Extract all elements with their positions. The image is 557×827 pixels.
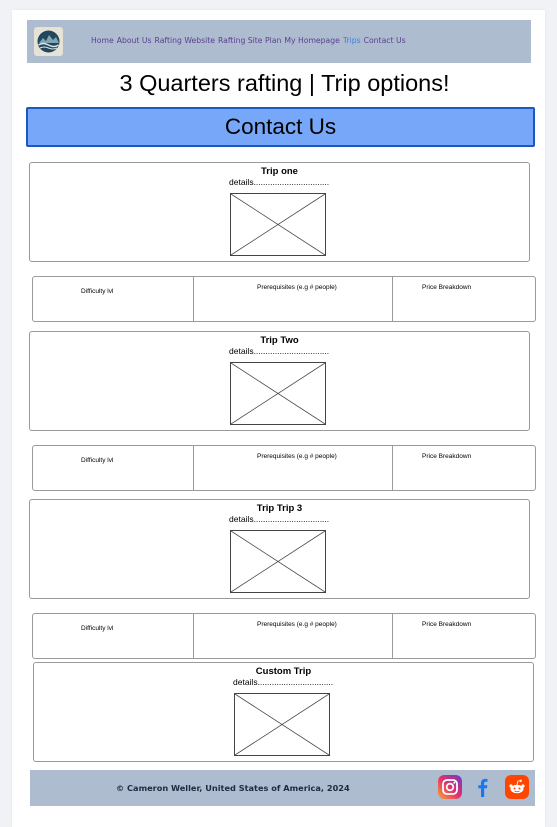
nav-link-my-homepage[interactable]: My Homepage bbox=[284, 36, 340, 45]
footer-copyright: © Cameron Weller, United States of Ameri… bbox=[116, 783, 350, 793]
nav-link-home[interactable]: Home bbox=[91, 36, 114, 45]
nav-link-rafting-website[interactable]: Rafting Website bbox=[155, 36, 215, 45]
page-title: 3 Quarters rafting | Trip options! bbox=[119, 70, 450, 96]
nav-links: Home About Us Rafting Website Rafting Si… bbox=[91, 36, 406, 45]
instagram-icon[interactable] bbox=[438, 775, 462, 799]
reddit-icon[interactable] bbox=[505, 775, 529, 799]
trip-title: Trip Trip 3 bbox=[256, 503, 303, 514]
prerequisites-label: Prerequisites (e.g # people) bbox=[257, 284, 337, 291]
site-logo[interactable] bbox=[34, 27, 63, 56]
trip-card: Custom Trip details.....................… bbox=[33, 662, 534, 762]
trip-title: Custom Trip bbox=[255, 666, 312, 677]
trip-details: details................................ bbox=[233, 677, 334, 687]
price-cell: Price Breakdown bbox=[392, 446, 535, 490]
price-cell: Price Breakdown bbox=[392, 277, 535, 321]
facebook-icon[interactable] bbox=[471, 775, 495, 799]
prerequisites-cell: Prerequisites (e.g # people) bbox=[193, 614, 392, 658]
trip-card: Trip Trip 3 details.....................… bbox=[29, 499, 530, 599]
nav-link-rafting-site-plan[interactable]: Rafting Site Plan bbox=[218, 36, 281, 45]
price-label: Price Breakdown bbox=[422, 621, 472, 628]
trip-info-row: Difficulty lvl Prerequisites (e.g # peop… bbox=[32, 445, 536, 491]
difficulty-label: Difficulty lvl bbox=[81, 457, 114, 464]
nav-link-about-us[interactable]: About Us bbox=[117, 36, 152, 45]
nav-link-trips[interactable]: Trips bbox=[343, 36, 361, 45]
difficulty-cell: Difficulty lvl bbox=[33, 277, 193, 321]
prerequisites-label: Prerequisites (e.g # people) bbox=[257, 621, 337, 628]
prerequisites-label: Prerequisites (e.g # people) bbox=[257, 453, 337, 460]
trip-details: details................................ bbox=[229, 346, 330, 356]
nav-link-contact-us[interactable]: Contact Us bbox=[364, 36, 406, 45]
page: Home About Us Rafting Website Rafting Si… bbox=[12, 10, 545, 827]
navbar: Home About Us Rafting Website Rafting Si… bbox=[27, 20, 531, 63]
prerequisites-cell: Prerequisites (e.g # people) bbox=[193, 277, 392, 321]
trip-details: details................................ bbox=[229, 177, 330, 187]
image-placeholder bbox=[230, 530, 326, 593]
trip-title: Trip Two bbox=[260, 335, 299, 346]
difficulty-label: Difficulty lvl bbox=[81, 288, 114, 295]
difficulty-cell: Difficulty lvl bbox=[33, 446, 193, 490]
trip-info-row: Difficulty lvl Prerequisites (e.g # peop… bbox=[32, 613, 536, 659]
trip-card: Trip Two details........................… bbox=[29, 331, 530, 431]
image-placeholder bbox=[230, 362, 326, 425]
trip-info-row: Difficulty lvl Prerequisites (e.g # peop… bbox=[32, 276, 536, 322]
price-label: Price Breakdown bbox=[422, 284, 472, 291]
trip-card: Trip one details........................… bbox=[29, 162, 530, 262]
trip-title: Trip one bbox=[261, 166, 298, 177]
price-label: Price Breakdown bbox=[422, 453, 472, 460]
prerequisites-cell: Prerequisites (e.g # people) bbox=[193, 446, 392, 490]
price-cell: Price Breakdown bbox=[392, 614, 535, 658]
trip-details: details................................ bbox=[229, 514, 330, 524]
difficulty-cell: Difficulty lvl bbox=[33, 614, 193, 658]
footer: © Cameron Weller, United States of Ameri… bbox=[30, 770, 535, 806]
contact-us-button[interactable]: Contact Us bbox=[26, 107, 535, 147]
logo-icon bbox=[37, 30, 60, 53]
difficulty-label: Difficulty lvl bbox=[81, 625, 114, 632]
image-placeholder bbox=[230, 193, 326, 256]
image-placeholder bbox=[234, 693, 330, 756]
